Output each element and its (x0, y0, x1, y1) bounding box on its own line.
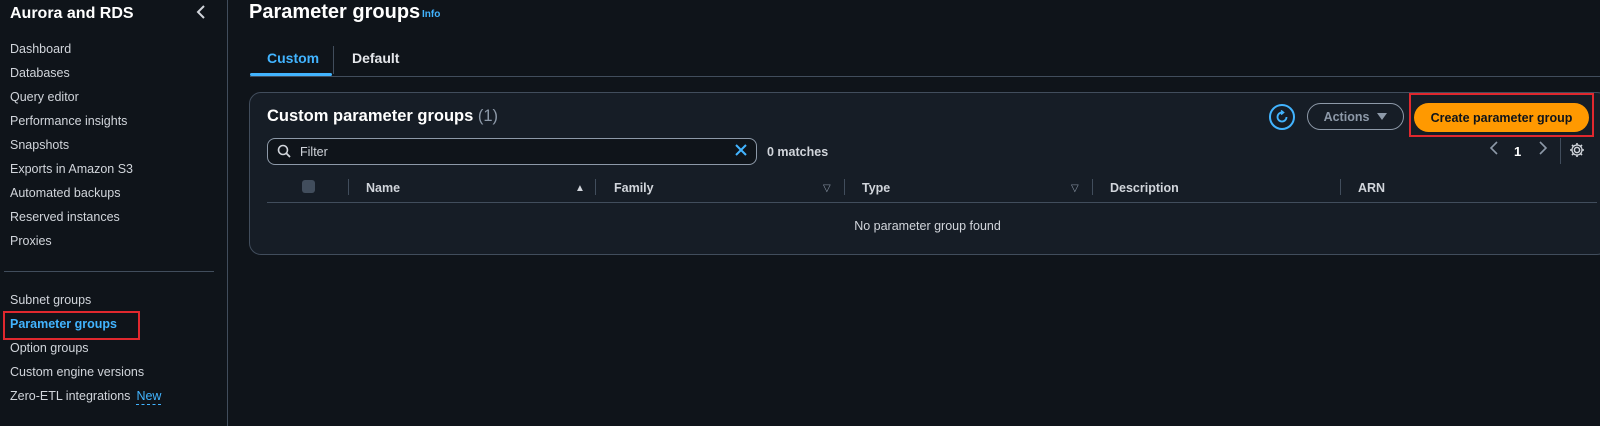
page-number[interactable]: 1 (1514, 144, 1521, 159)
sidebar-item-query-editor[interactable]: Query editor (10, 90, 79, 104)
sidebar-item-exports-s3[interactable]: Exports in Amazon S3 (10, 162, 133, 176)
clear-icon[interactable] (734, 143, 748, 160)
column-header-arn[interactable]: ARN (1358, 181, 1385, 195)
column-header-type[interactable]: Type (862, 181, 890, 195)
sidebar: Aurora and RDS Dashboard Databases Query… (0, 0, 228, 426)
panel-title: Custom parameter groups (1) (267, 107, 498, 126)
sidebar-item-snapshots[interactable]: Snapshots (10, 138, 69, 152)
tab-custom[interactable]: Custom (267, 50, 319, 66)
sidebar-title: Aurora and RDS (10, 5, 134, 22)
filter-input[interactable] (298, 141, 722, 163)
column-separator (348, 179, 349, 195)
panel-title-text: Custom parameter groups (267, 107, 474, 125)
column-header-family[interactable]: Family (614, 181, 654, 195)
table-header-rule (267, 202, 1597, 203)
tabs-rule (250, 76, 1600, 77)
refresh-button[interactable] (1269, 104, 1295, 130)
column-header-name[interactable]: Name (366, 181, 400, 195)
filter-field (267, 138, 757, 165)
column-separator (1340, 179, 1341, 195)
page-title: Parameter groups (249, 1, 421, 23)
sort-ascending-icon[interactable]: ▲ (575, 183, 585, 194)
column-header-description[interactable]: Description (1110, 181, 1179, 195)
tab-separator (333, 46, 334, 74)
new-badge: New (136, 389, 162, 405)
sidebar-item-subnet-groups[interactable]: Subnet groups (10, 293, 91, 307)
sidebar-divider (4, 271, 214, 272)
sidebar-item-databases[interactable]: Databases (10, 66, 70, 80)
caret-down-icon (1377, 112, 1388, 120)
actions-button[interactable]: Actions (1307, 103, 1404, 130)
previous-page-icon[interactable] (1489, 141, 1499, 160)
sidebar-item-custom-engine-versions[interactable]: Custom engine versions (10, 365, 144, 379)
highlight-parameter-groups (3, 311, 140, 340)
refresh-icon (1276, 110, 1288, 123)
select-all-checkbox[interactable] (302, 180, 315, 193)
sidebar-item-dashboard[interactable]: Dashboard (10, 42, 71, 56)
search-icon (277, 144, 291, 158)
sort-icon[interactable]: ▽ (823, 183, 831, 194)
pager-separator (1560, 138, 1561, 164)
next-page-icon[interactable] (1538, 141, 1548, 160)
column-separator (844, 179, 845, 195)
sidebar-item-performance-insights[interactable]: Performance insights (10, 114, 127, 128)
highlight-create-button (1409, 93, 1594, 137)
info-link[interactable]: Info (422, 9, 440, 20)
sidebar-item-automated-backups[interactable]: Automated backups (10, 186, 121, 200)
gear-icon[interactable] (1569, 142, 1585, 163)
sidebar-item-option-groups[interactable]: Option groups (10, 341, 89, 355)
panel-count: (1) (477, 107, 499, 125)
sidebar-item-proxies[interactable]: Proxies (10, 234, 52, 248)
column-separator (1092, 179, 1093, 195)
tab-default[interactable]: Default (352, 50, 399, 66)
sidebar-item-zero-etl[interactable]: Zero-ETL integrations New (10, 389, 162, 405)
actions-label: Actions (1323, 109, 1370, 124)
sidebar-item-zero-etl-label: Zero-ETL integrations (10, 389, 131, 403)
collapse-sidebar-icon[interactable] (194, 4, 210, 22)
empty-table-message: No parameter group found (854, 219, 1001, 233)
column-separator (595, 179, 596, 195)
match-count: 0 matches (767, 145, 829, 159)
sort-icon[interactable]: ▽ (1071, 183, 1079, 194)
